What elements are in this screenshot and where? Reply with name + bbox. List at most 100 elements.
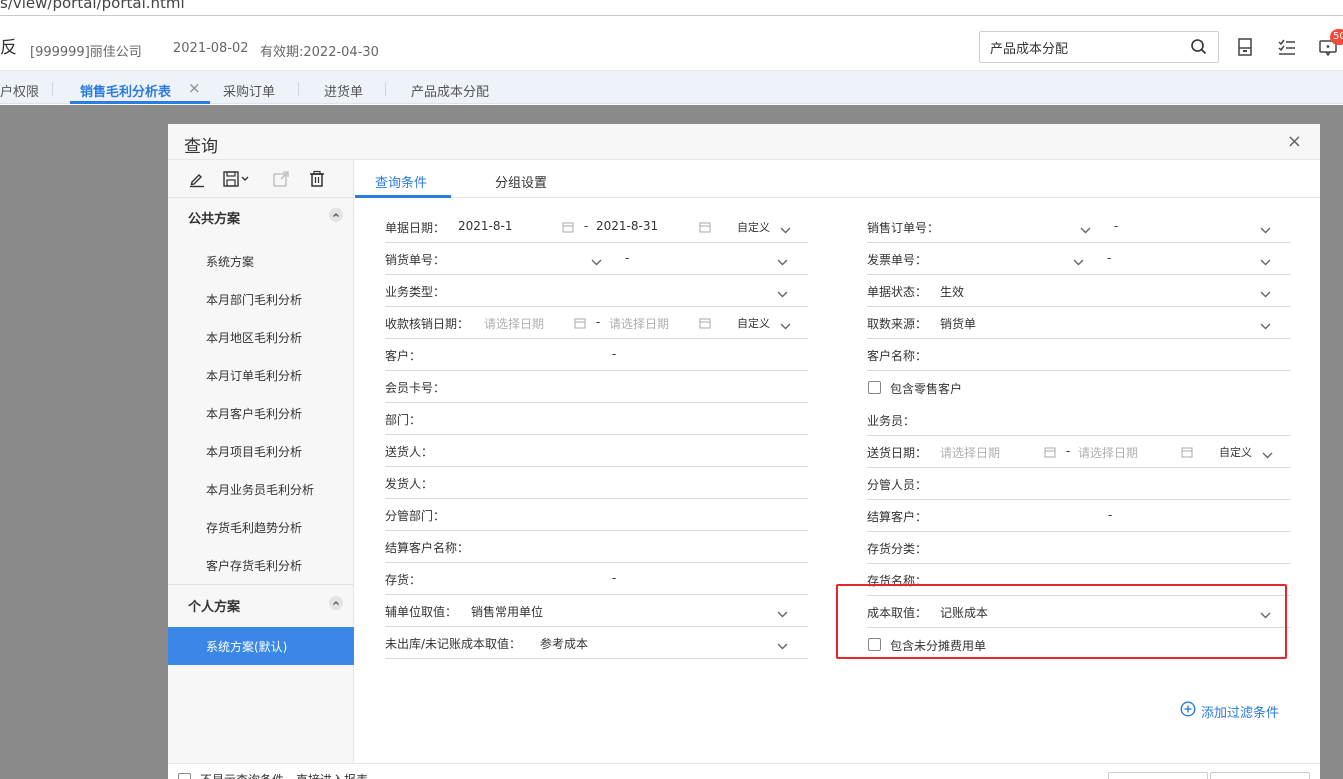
member-card-field[interactable]: 会员卡号： bbox=[385, 371, 808, 403]
date-mode-select[interactable]: 自定义 bbox=[737, 315, 770, 331]
customer-field[interactable]: 客户： - bbox=[385, 339, 808, 371]
inventory-field[interactable]: 存货： - bbox=[385, 563, 808, 595]
biz-type-field[interactable]: 业务类型： bbox=[385, 275, 808, 307]
chevron-down-icon[interactable] bbox=[777, 287, 788, 302]
invoice-no-field[interactable]: 发票单号： - bbox=[867, 243, 1290, 275]
calendar-icon[interactable] bbox=[1044, 446, 1056, 462]
skip-conditions-checkbox[interactable] bbox=[178, 773, 191, 779]
fetch-source-field[interactable]: 取数来源： 销货单 bbox=[867, 307, 1290, 339]
tab-sales-gross-profit[interactable]: 销售毛利分析表 bbox=[80, 81, 171, 100]
chevron-down-icon[interactable] bbox=[1262, 448, 1273, 463]
tab-purchase-order[interactable]: 采购订单 bbox=[223, 81, 275, 100]
mgmt-dept-field[interactable]: 分管部门： bbox=[385, 499, 808, 531]
salesman-field[interactable]: 业务员： bbox=[867, 404, 1290, 436]
chevron-down-icon[interactable] bbox=[1260, 287, 1271, 302]
delivery-date-field[interactable]: 送货日期： 请选择日期 - 请选择日期 自定义 bbox=[867, 436, 1290, 468]
chevron-down-icon[interactable] bbox=[780, 319, 791, 334]
export-icon[interactable] bbox=[272, 170, 290, 192]
chevron-down-icon[interactable] bbox=[777, 639, 788, 654]
sales-no-field[interactable]: 销货单号： - bbox=[385, 243, 808, 275]
doc-status-field[interactable]: 单据状态： 生效 bbox=[867, 275, 1290, 307]
date-to-input[interactable]: 请选择日期 bbox=[609, 315, 669, 332]
global-search[interactable] bbox=[979, 31, 1219, 63]
tab-separator bbox=[385, 82, 386, 96]
settle-customer-name-field[interactable]: 结算客户名称： bbox=[385, 531, 808, 563]
calendar-icon[interactable] bbox=[1181, 446, 1193, 462]
inv-category-field[interactable]: 存货分类： bbox=[867, 532, 1290, 564]
field-value[interactable]: 参考成本 bbox=[540, 635, 588, 652]
tab-query-conditions[interactable]: 查询条件 bbox=[375, 172, 427, 191]
sales-order-no-field[interactable]: 销售订单号： - bbox=[867, 211, 1290, 243]
checkbox-box[interactable] bbox=[868, 381, 881, 394]
scheme-item[interactable]: 本月业务员毛利分析 bbox=[168, 470, 354, 508]
calendar-icon[interactable] bbox=[574, 317, 586, 333]
public-scheme-header[interactable]: 公共方案 bbox=[168, 198, 354, 234]
chevron-down-icon[interactable] bbox=[1260, 255, 1271, 270]
search-input[interactable] bbox=[980, 32, 1185, 62]
chevron-down-icon[interactable] bbox=[777, 255, 788, 270]
date-from-input[interactable]: 请选择日期 bbox=[484, 315, 544, 332]
field-label: 结算客户： bbox=[867, 510, 928, 524]
date-from-input[interactable]: 请选择日期 bbox=[940, 444, 1000, 461]
delete-icon[interactable] bbox=[308, 170, 326, 192]
field-label: 单据状态： bbox=[867, 285, 928, 299]
scheme-item[interactable]: 存货毛利趋势分析 bbox=[168, 508, 354, 546]
search-icon[interactable] bbox=[1190, 38, 1208, 60]
tab-stock-in[interactable]: 进货单 bbox=[324, 81, 363, 100]
scheme-item[interactable]: 本月部门毛利分析 bbox=[168, 280, 354, 318]
footer-button[interactable] bbox=[1210, 772, 1310, 779]
field-value[interactable]: 销货单 bbox=[940, 315, 976, 332]
calendar-icon[interactable] bbox=[562, 221, 574, 237]
save-dropdown-icon[interactable] bbox=[222, 170, 252, 192]
scheme-item-default[interactable]: 系统方案(默认) bbox=[168, 627, 354, 665]
tab-user-permission[interactable]: 户权限 bbox=[0, 81, 39, 100]
browser-url-bar[interactable]: s/view/portal/portal.html bbox=[0, 0, 1343, 16]
date-from-input[interactable]: 2021-8-1 bbox=[458, 219, 512, 233]
calendar-icon[interactable] bbox=[699, 221, 711, 237]
tab-separator bbox=[298, 82, 299, 96]
chevron-up-icon[interactable] bbox=[329, 208, 343, 222]
field-value[interactable]: 销售常用单位 bbox=[471, 603, 543, 620]
doc-date-field[interactable]: 单据日期： 2021-8-1 - 2021-8-31 自定义 bbox=[385, 211, 808, 243]
chevron-down-icon[interactable] bbox=[1260, 223, 1271, 238]
date-to-input[interactable]: 2021-8-31 bbox=[596, 219, 658, 233]
chevron-down-icon[interactable] bbox=[591, 255, 602, 270]
shipper-field[interactable]: 发货人： bbox=[385, 467, 808, 499]
settle-date-field[interactable]: 收款核销日期： 请选择日期 - 请选择日期 自定义 bbox=[385, 307, 808, 339]
chevron-down-icon[interactable] bbox=[1260, 319, 1271, 334]
date-mode-select[interactable]: 自定义 bbox=[737, 219, 770, 235]
scheme-item[interactable]: 系统方案 bbox=[168, 242, 354, 280]
tab-close-icon[interactable]: × bbox=[188, 79, 201, 97]
chevron-up-icon[interactable] bbox=[329, 596, 343, 610]
task-list-icon[interactable] bbox=[1277, 37, 1297, 57]
chevron-down-icon[interactable] bbox=[780, 223, 791, 238]
scheme-item-label: 系统方案 bbox=[206, 255, 255, 269]
customer-name-field[interactable]: 客户名称： bbox=[867, 339, 1290, 371]
personal-scheme-header[interactable]: 个人方案 bbox=[168, 586, 354, 622]
scheme-item[interactable]: 客户存货毛利分析 bbox=[168, 546, 354, 584]
settle-customer-field[interactable]: 结算客户： - bbox=[867, 500, 1290, 532]
footer-button[interactable] bbox=[1108, 772, 1208, 779]
date-mode-select[interactable]: 自定义 bbox=[1219, 444, 1252, 460]
chevron-down-icon[interactable] bbox=[777, 607, 788, 622]
unposted-cost-field[interactable]: 未出库/未记账成本取值： 参考成本 bbox=[385, 627, 808, 659]
date-to-input[interactable]: 请选择日期 bbox=[1078, 444, 1138, 461]
scheme-item[interactable]: 本月地区毛利分析 bbox=[168, 318, 354, 356]
mgmt-person-field[interactable]: 分管人员： bbox=[867, 468, 1290, 500]
chevron-down-icon[interactable] bbox=[1073, 255, 1084, 270]
close-icon[interactable]: × bbox=[1287, 131, 1302, 152]
chevron-down-icon[interactable] bbox=[1080, 223, 1091, 238]
scheme-item[interactable]: 本月客户毛利分析 bbox=[168, 394, 354, 432]
calendar-icon[interactable] bbox=[699, 317, 711, 333]
scheme-item[interactable]: 本月项目毛利分析 bbox=[168, 432, 354, 470]
dept-field[interactable]: 部门： bbox=[385, 403, 808, 435]
include-retail-checkbox[interactable]: 包含零售客户 bbox=[868, 373, 1068, 403]
field-value[interactable]: 生效 bbox=[940, 283, 964, 300]
calculator-icon[interactable] bbox=[1236, 37, 1256, 57]
deliverer-field[interactable]: 送货人： bbox=[385, 435, 808, 467]
aux-unit-field[interactable]: 辅单位取值： 销售常用单位 bbox=[385, 595, 808, 627]
edit-icon[interactable] bbox=[188, 170, 206, 192]
tab-product-cost-allocation[interactable]: 产品成本分配 bbox=[411, 81, 489, 100]
tab-group-settings[interactable]: 分组设置 bbox=[495, 172, 547, 191]
scheme-item[interactable]: 本月订单毛利分析 bbox=[168, 356, 354, 394]
